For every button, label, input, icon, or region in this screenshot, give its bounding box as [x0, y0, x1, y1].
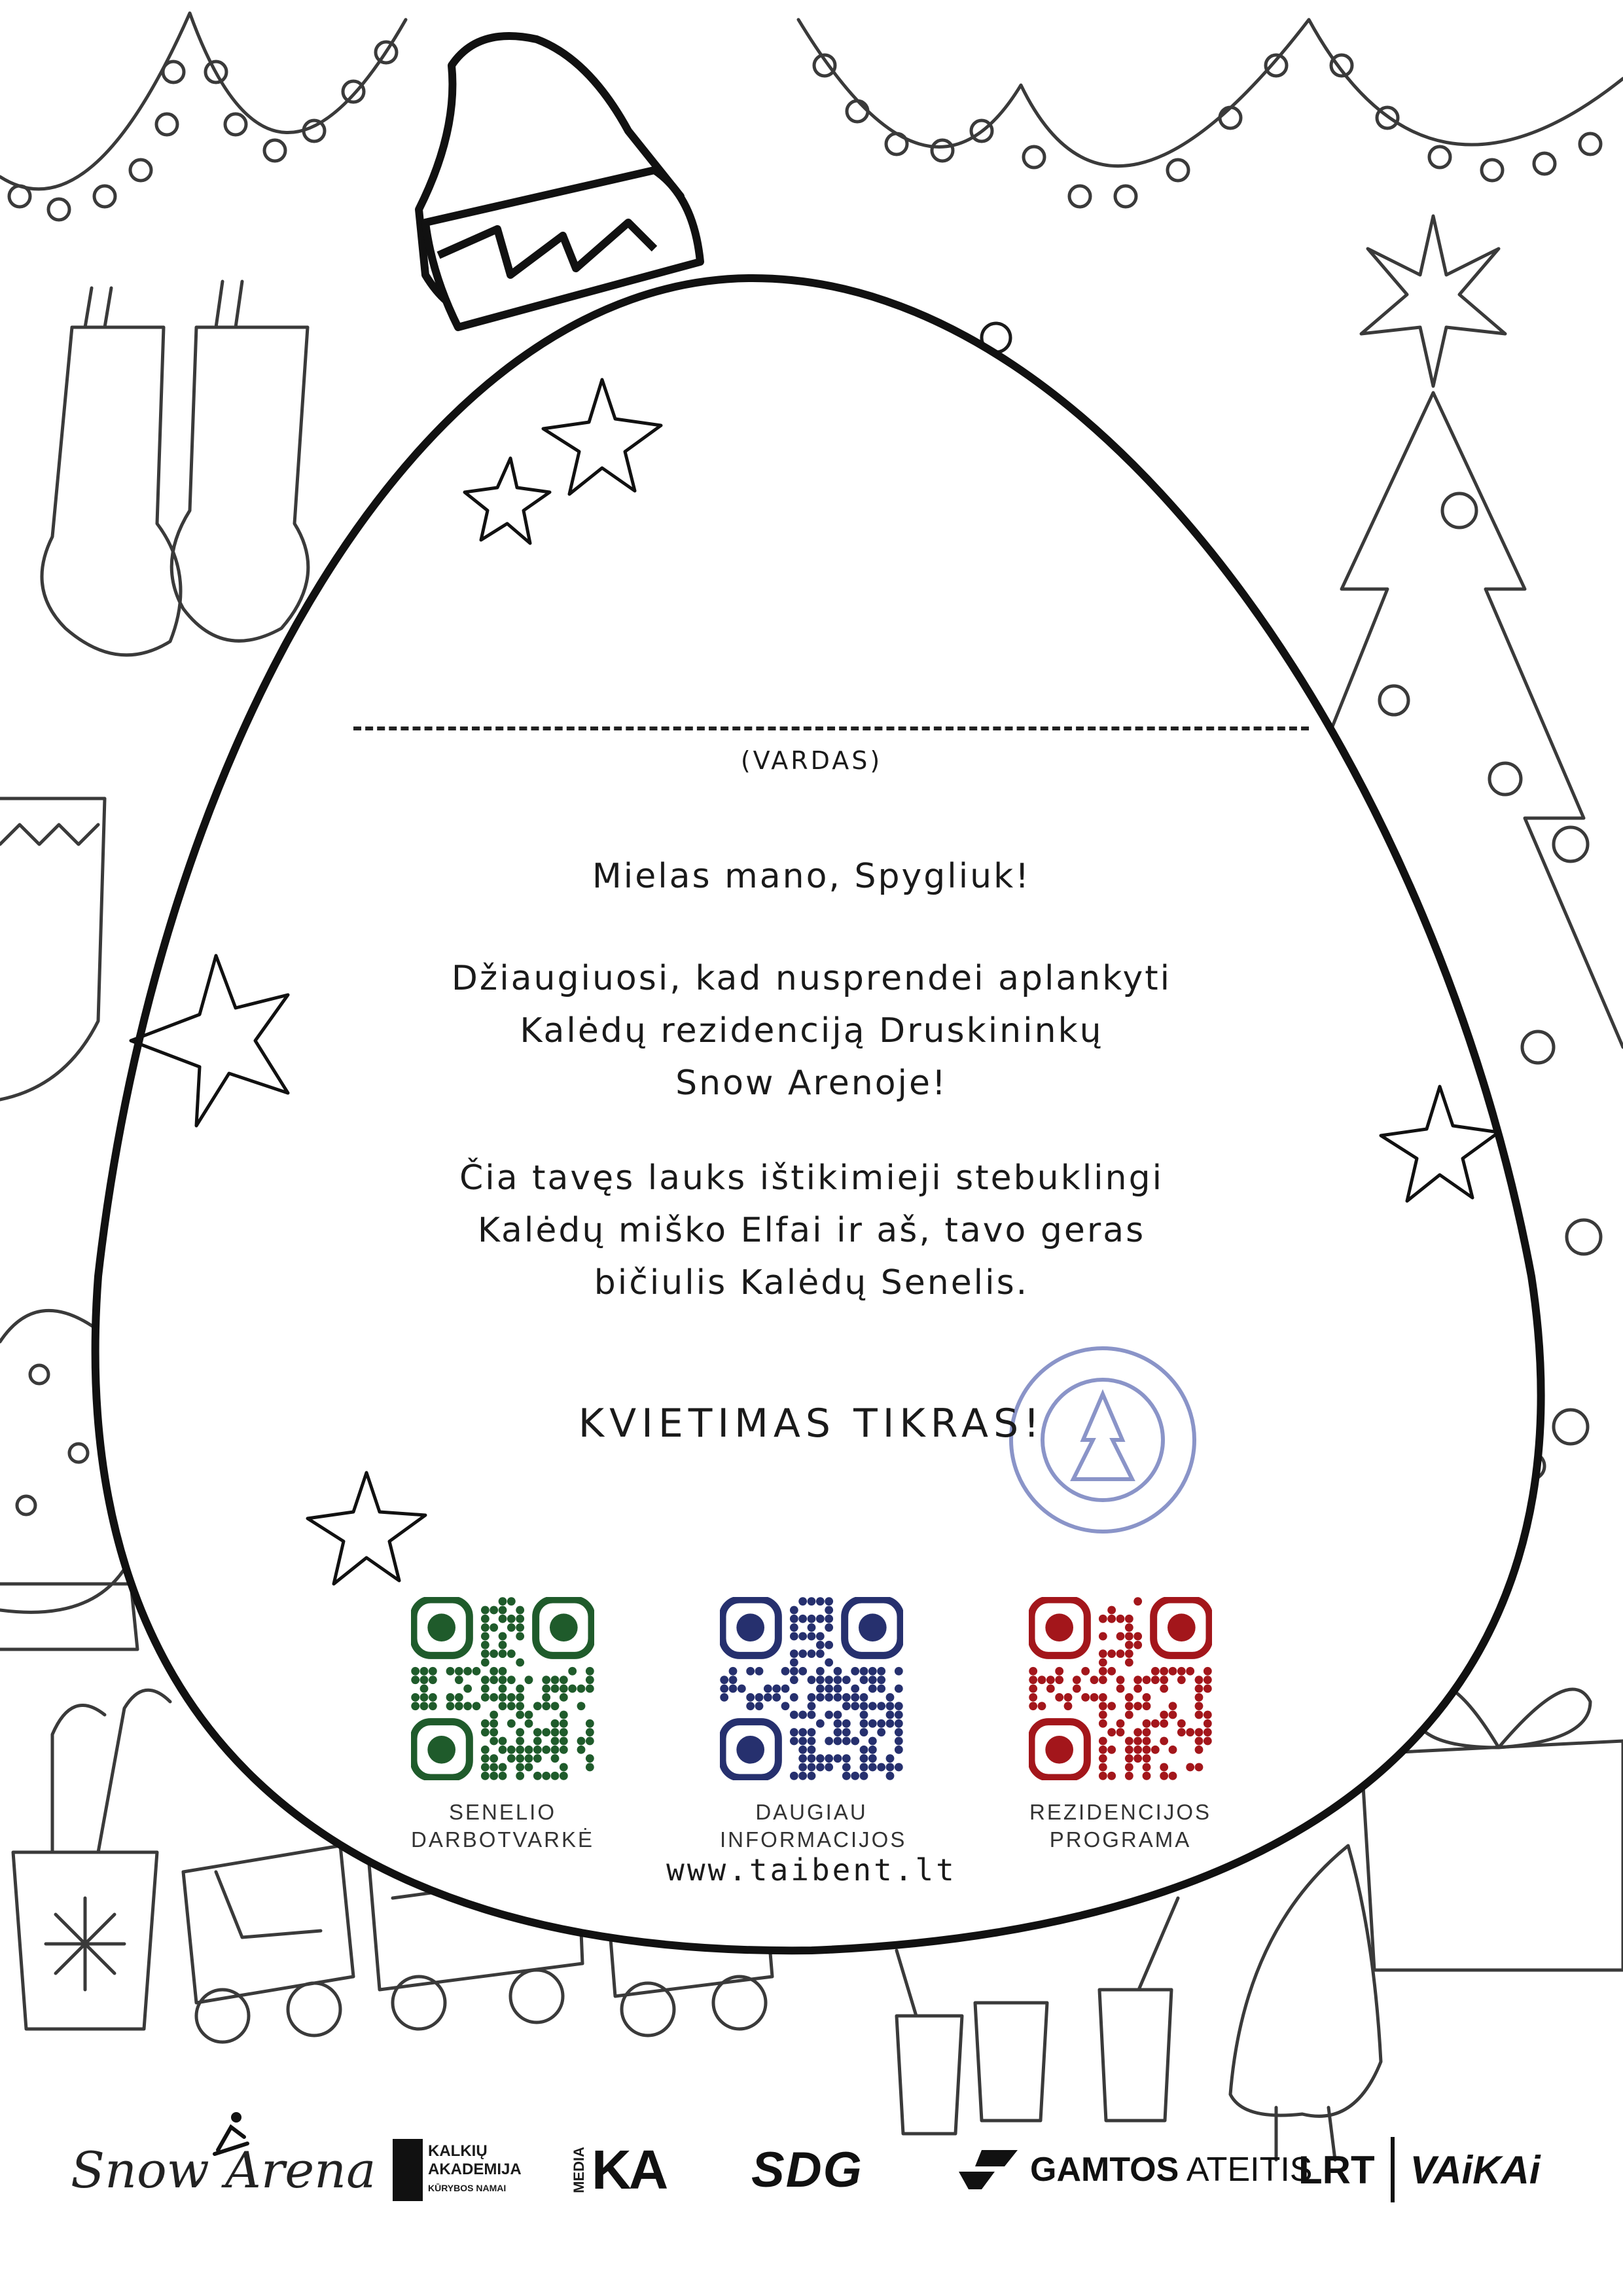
qr-program[interactable]: REZIDENCIJOS PROGRAMA [1027, 1596, 1213, 1854]
qr-code[interactable] [410, 1596, 596, 1782]
stocking-hook [83, 279, 244, 329]
qr-code[interactable] [1027, 1596, 1213, 1782]
paragraph-2-line: Kalėdų miško Elfai ir aš, tavo geras [477, 1211, 1146, 1250]
garland-bulbs [7, 40, 1603, 222]
gamtos-text: GAMTOS ATEITIS [1030, 2150, 1312, 2189]
name-caption: (VARDAS) [740, 746, 883, 775]
paragraph-1-line: Kalėdų rezidenciją Druskininkų [520, 1011, 1103, 1050]
qr-label: SENELIO DARBOTVARKĖ [411, 1799, 594, 1854]
candy-cane [50, 1688, 172, 1854]
snow-arena-logo: Snow Arena [71, 2112, 376, 2212]
logo-divider [1390, 2137, 1395, 2202]
qr-label-line: SENELIO [448, 1800, 557, 1824]
gamtos-ateitis-logo: GAMTOS ATEITIS [955, 2127, 1312, 2212]
paragraph-1-line: Džiaugiuosi, kad nusprendei aplankyti [451, 959, 1172, 998]
ateitis: ATEITIS [1186, 2151, 1313, 2189]
garland [0, 11, 408, 191]
website-link[interactable]: www.taibent.lt [0, 1852, 1623, 1888]
lrt-text: LRT [1298, 2147, 1375, 2192]
vaikai-text: VAiKAi [1410, 2147, 1541, 2192]
name-line [353, 726, 1309, 730]
media-label: MEDIA [571, 2146, 587, 2193]
paragraph-2: Čia tavęs lauks ištikimieji stebuklingi … [0, 1152, 1623, 1309]
kalkiu-text: KŪRYBOS NAMAI [428, 2183, 507, 2193]
qr-label-line: PROGRAMA [1049, 1827, 1192, 1852]
gamtos-bold: GAMTOS [1030, 2151, 1179, 2189]
qr-label-line: DARBOTVARKĖ [411, 1827, 594, 1852]
juice-cup [895, 1948, 964, 2136]
sdg-logo: SDG [751, 2127, 863, 2212]
paragraph-2-line: bičiulis Kalėdų Senelis. [594, 1263, 1029, 1302]
paragraph-1-line: Snow Arenoje! [675, 1064, 948, 1103]
qr-label-line: DAUGIAU [755, 1800, 868, 1824]
qr-label: REZIDENCIJOS PROGRAMA [1029, 1799, 1212, 1854]
gamtos-mark-icon [959, 2150, 1018, 2189]
qr-schedule[interactable]: SENELIO DARBOTVARKĖ [410, 1596, 596, 1854]
qr-label: DAUGIAU INFORMACIJOS [720, 1799, 907, 1854]
qr-code[interactable] [719, 1596, 904, 1782]
paragraph-1: Džiaugiuosi, kad nusprendei aplankyti Ka… [0, 952, 1623, 1109]
stocking [169, 325, 310, 643]
kalkiu-mark [393, 2138, 423, 2201]
media-ka-logo: MEDIA KA [571, 2127, 668, 2212]
qr-label-line: REZIDENCIJOS [1029, 1800, 1212, 1824]
kalkiu-logo: KALKIŲ AKADEMIJA KŪRYBOS NAMAI [393, 2127, 522, 2212]
stocking-zigzag [0, 823, 100, 846]
teapot-base [0, 1582, 139, 1651]
lrt-vaikai-logo: LRT VAiKAi [1298, 2127, 1541, 2212]
skier-icon [213, 2112, 249, 2156]
sdg-text: SDG [751, 2142, 863, 2198]
kalkiu-text: AKADEMIJA [428, 2161, 522, 2178]
tree-star [1359, 214, 1507, 388]
qr-info[interactable]: DAUGIAU INFORMACIJOS [719, 1596, 907, 1854]
paragraph-2-line: Čia tavęs lauks ištikimieji stebuklingi [459, 1158, 1164, 1198]
train-wheels [194, 1968, 768, 2044]
stocking [40, 325, 183, 657]
background-illustration [0, 11, 1623, 2162]
qr-label-line: INFORMACIJOS [720, 1827, 907, 1852]
juice-cup [973, 2001, 1049, 2123]
kalkiu-text: KALKIŲ [428, 2142, 488, 2160]
invitation-title: KVIETIMAS TIKRAS! [578, 1401, 1045, 1446]
greeting: Mielas mano, Spygliuk! [592, 857, 1031, 896]
garland [796, 18, 1623, 168]
media-ka-text: KA [592, 2138, 668, 2200]
juice-cup [1097, 1896, 1180, 2123]
snowflake [44, 1896, 126, 1992]
